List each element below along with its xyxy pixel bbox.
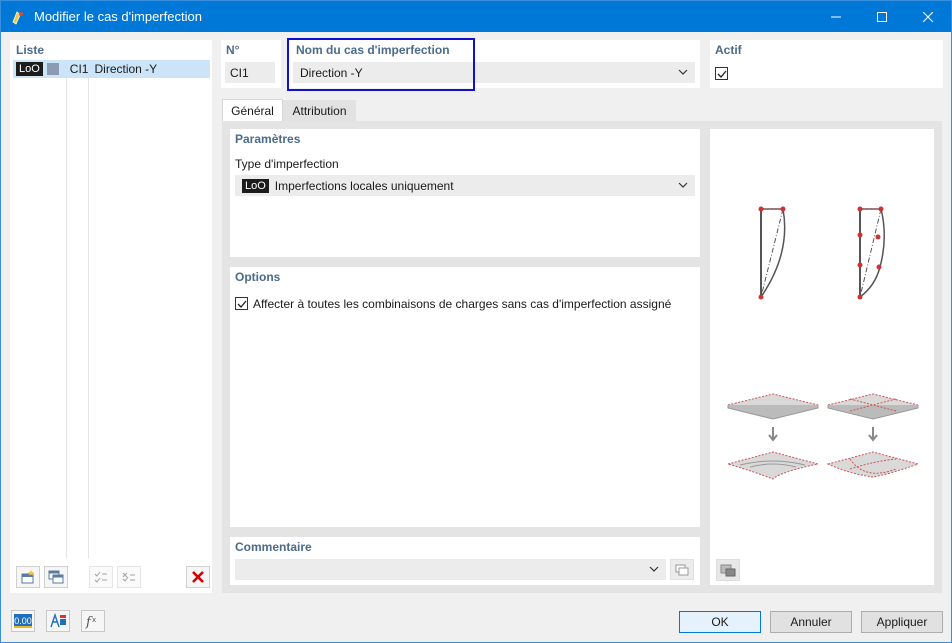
illustration-options-icon <box>720 564 736 577</box>
imperfection-app-icon <box>10 9 26 25</box>
close-button[interactable] <box>905 1 951 32</box>
imperfection-type-label: Type d'imperfection <box>235 157 339 171</box>
delete-icon <box>192 571 204 583</box>
parameters-header: Paramètres <box>235 132 301 146</box>
comment-input[interactable] <box>235 559 666 580</box>
apply-button[interactable]: Appliquer <box>861 611 943 633</box>
list-item-id: CI1 <box>69 62 89 76</box>
title-bar: Modifier le cas d'imperfection <box>1 1 951 32</box>
window-title: Modifier le cas d'imperfection <box>34 9 202 24</box>
comment-panel: Commentaire <box>230 537 700 585</box>
list-item-tag: LoO <box>16 62 43 76</box>
chevron-down-icon <box>678 69 688 75</box>
list-header: Liste <box>16 43 45 57</box>
active-panel: Actif <box>710 40 943 88</box>
close-icon <box>923 11 933 22</box>
check-all-button[interactable] <box>89 566 113 588</box>
list-divider <box>88 78 89 558</box>
maximize-icon <box>877 11 887 22</box>
model-view-button[interactable] <box>46 610 70 632</box>
checkmark-icon <box>717 70 726 78</box>
minimize-icon <box>831 16 841 17</box>
color-swatch <box>46 63 59 75</box>
comment-header: Commentaire <box>235 540 312 554</box>
active-label: Actif <box>715 43 742 57</box>
chevron-down-icon <box>649 566 659 572</box>
tab-general-label: Général <box>231 103 274 118</box>
imperfection-type-tag: LoO <box>242 178 269 193</box>
list-toolbar <box>16 566 210 588</box>
options-header: Options <box>235 270 281 284</box>
new-item-icon <box>21 570 34 584</box>
copy-item-button[interactable] <box>44 566 68 588</box>
apply-label: Appliquer <box>876 615 928 629</box>
copy-icon <box>48 570 64 584</box>
tab-attribution[interactable]: Attribution <box>283 100 356 121</box>
units-value: 0.00 <box>14 614 32 628</box>
uncheck-list-icon <box>122 572 135 582</box>
comment-library-icon <box>675 564 689 575</box>
imperfection-type-select[interactable]: LoO Imperfections locales uniquement <box>235 175 695 196</box>
list-item-name: Direction -Y <box>94 62 158 76</box>
tab-attribution-label: Attribution <box>292 103 347 118</box>
number-label: N° <box>226 43 240 57</box>
comment-library-button[interactable] <box>670 559 694 580</box>
number-panel: N° CI1 <box>221 40 281 88</box>
parameters-panel: Paramètres Type d'imperfection LoO Imper… <box>230 129 700 257</box>
assign-all-label: Affecter à toutes les combinaisons de ch… <box>253 297 672 311</box>
plate-diagram-2 <box>826 393 920 478</box>
local-imperfection-diagram-1 <box>758 206 786 300</box>
local-imperfection-diagram-2 <box>857 206 885 300</box>
formula-button[interactable]: f x <box>81 610 105 632</box>
units-button[interactable]: 0.00 <box>11 610 35 632</box>
imperfection-type-value: Imperfections locales uniquement <box>274 178 454 193</box>
cancel-button[interactable]: Annuler <box>770 611 852 633</box>
svg-text:x: x <box>92 616 96 624</box>
list-panel: Liste LoO CI1 Direction -Y <box>10 40 212 593</box>
number-field[interactable]: CI1 <box>225 62 275 83</box>
delete-item-button[interactable] <box>186 566 210 588</box>
imperfection-illustration <box>726 206 920 480</box>
number-value: CI1 <box>230 65 249 80</box>
ok-label: OK <box>711 615 729 629</box>
list-divider <box>66 78 67 558</box>
illustration-panel <box>710 129 934 585</box>
dialog-window: Modifier le cas d'imperfection Liste LoO… <box>0 0 952 643</box>
function-icon: f x <box>85 615 96 629</box>
minimize-button[interactable] <box>813 1 859 32</box>
checkmark-icon <box>237 300 246 308</box>
new-item-button[interactable] <box>16 566 40 588</box>
options-panel: Options Affecter à toutes les combinaiso… <box>230 267 700 527</box>
list-item[interactable]: LoO CI1 Direction -Y <box>13 60 210 78</box>
plate-diagram-1 <box>726 393 819 480</box>
assign-all-checkbox[interactable] <box>235 297 248 310</box>
cancel-label: Annuler <box>790 615 832 629</box>
illustration-options-button[interactable] <box>716 559 740 581</box>
ok-button[interactable]: OK <box>679 611 761 633</box>
tab-general[interactable]: Général <box>222 99 283 121</box>
maximize-button[interactable] <box>859 1 905 32</box>
check-list-icon <box>94 571 107 583</box>
highlight-box <box>287 38 475 91</box>
active-checkbox[interactable] <box>715 67 728 80</box>
chevron-down-icon <box>678 182 688 188</box>
model-view-icon <box>50 613 66 628</box>
uncheck-all-button[interactable] <box>117 566 141 588</box>
